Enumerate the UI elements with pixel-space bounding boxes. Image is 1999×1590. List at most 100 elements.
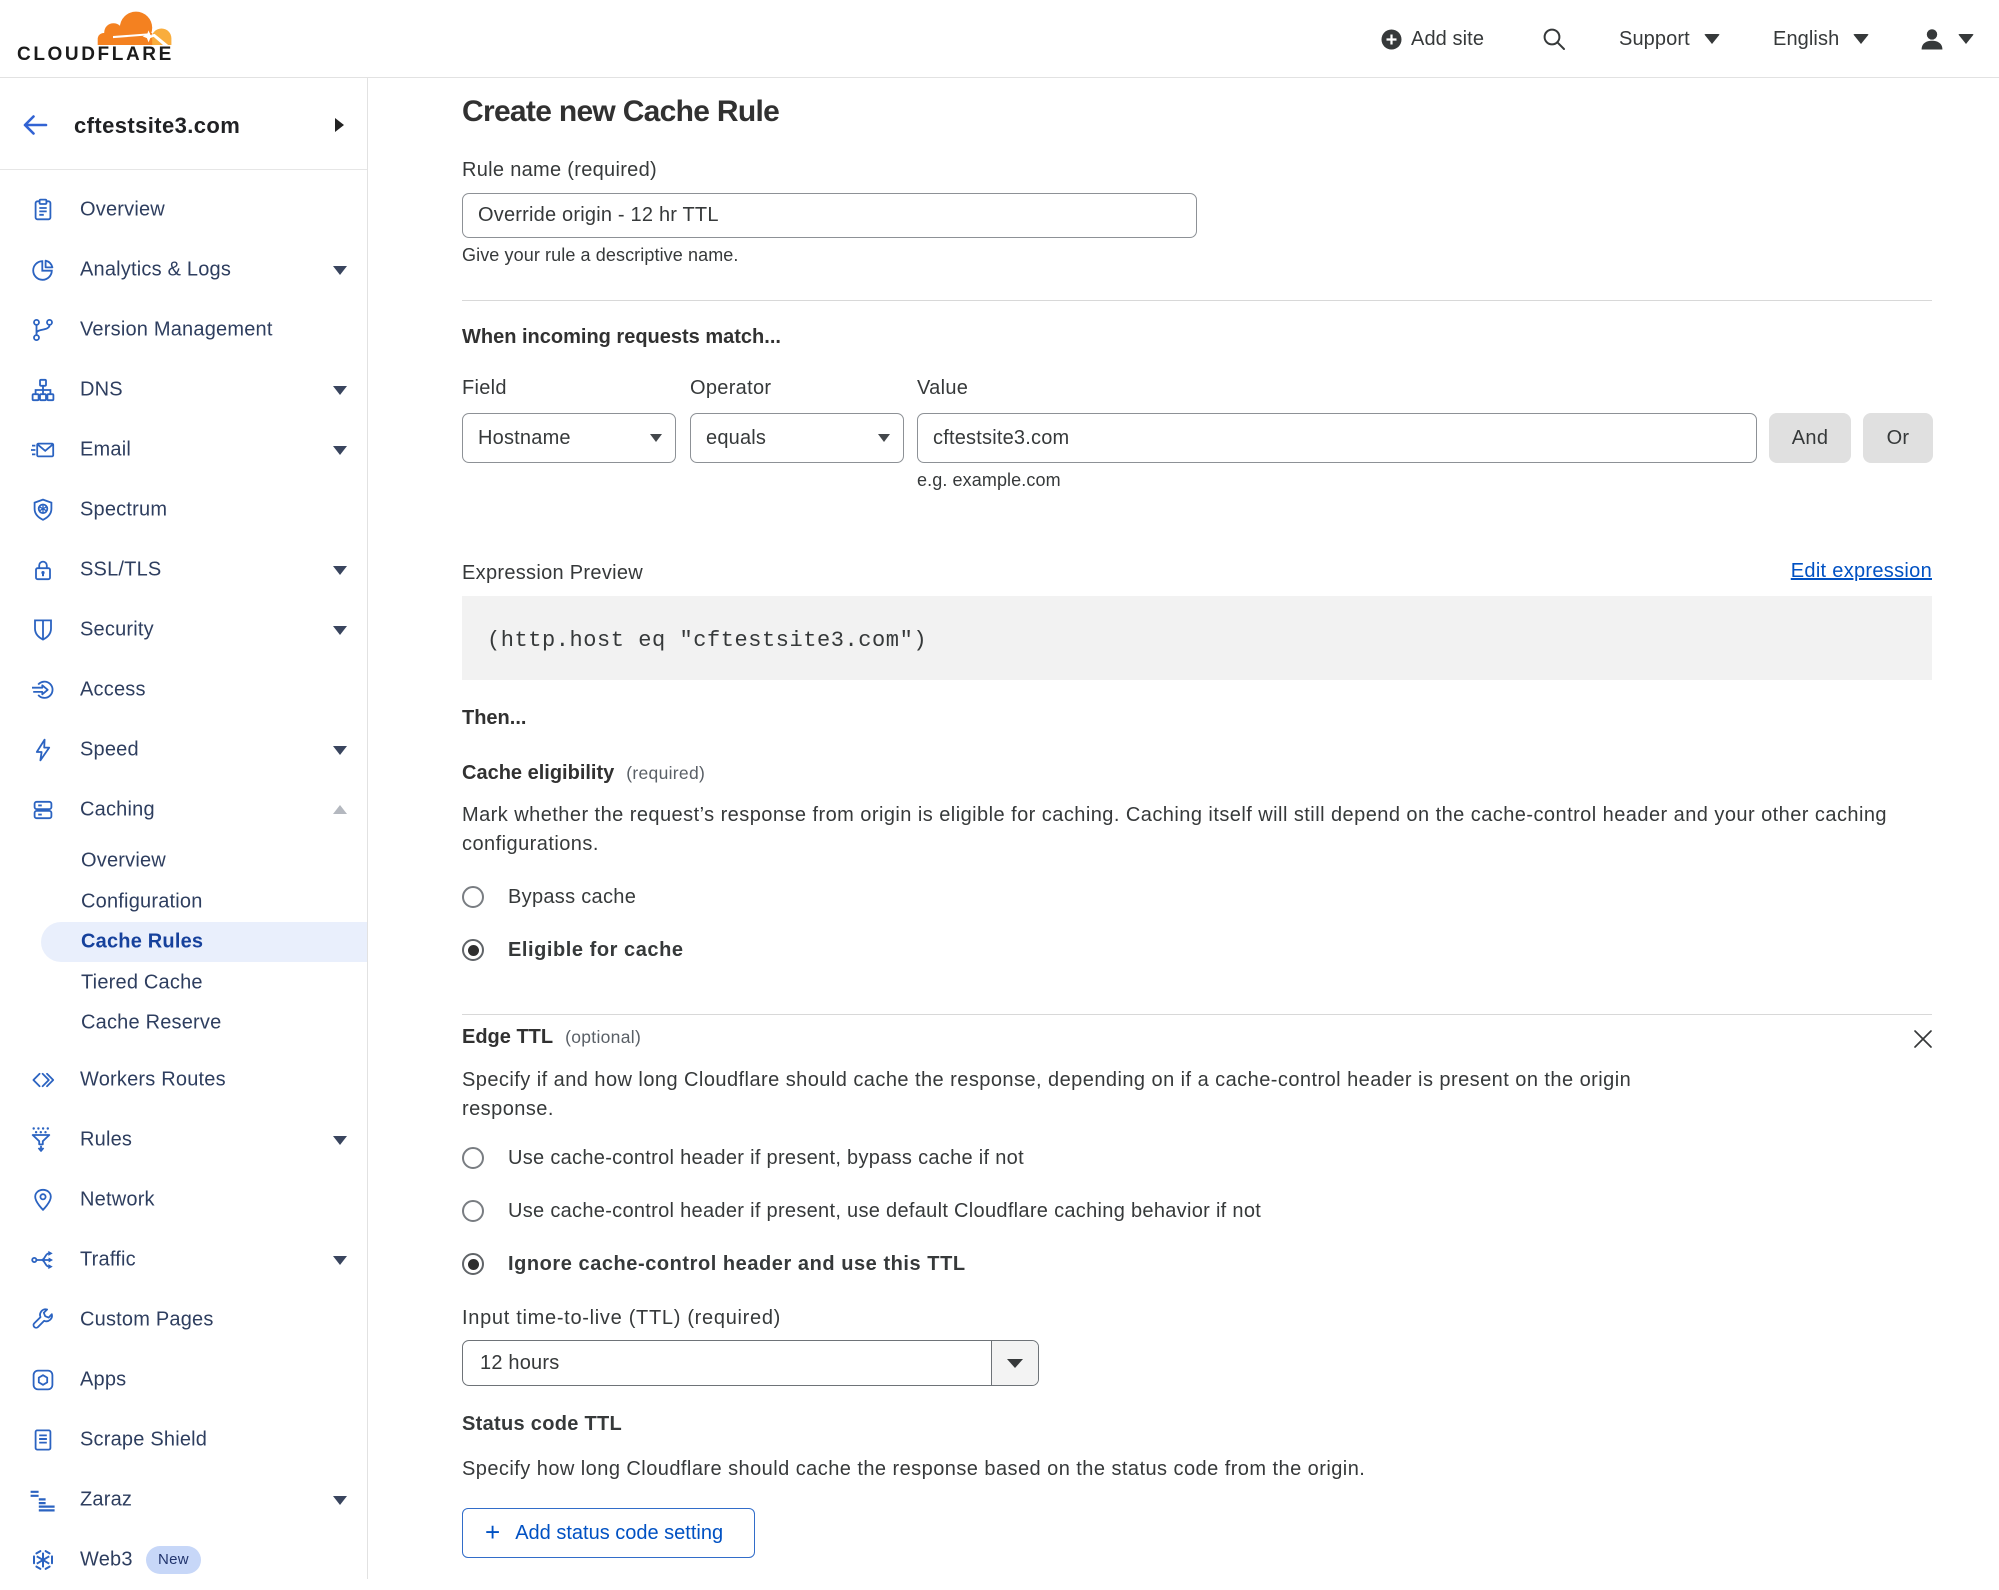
login-arrow-icon [30, 677, 56, 703]
sidebar-subitem-cache-rules[interactable]: Cache Rules [0, 922, 367, 963]
edge-ttl-heading-row: Edge TTL (optional) [462, 1026, 641, 1049]
edge-ttl-description: Specify if and how long Cloudflare shoul… [462, 1069, 1632, 1120]
edit-expression-link[interactable]: Edit expression [1791, 560, 1932, 583]
eligible-for-cache-option[interactable]: Eligible for cache [462, 939, 684, 961]
search-button[interactable] [1541, 0, 1567, 78]
cache-eligibility-heading-row: Cache eligibility (required) [462, 762, 705, 785]
git-branch-icon [30, 317, 56, 343]
padlock-icon [30, 557, 56, 583]
cloudflare-logo[interactable]: CLOUDFLARE [17, 4, 173, 65]
bypass-cache-option[interactable]: Bypass cache [462, 886, 636, 908]
divider [462, 300, 1932, 301]
back-arrow-icon[interactable] [22, 114, 48, 136]
sidebar-item-network[interactable]: Network [0, 1170, 367, 1230]
sidebar-subitem-tiered-cache[interactable]: Tiered Cache [0, 963, 367, 1004]
sidebar-item-label: Spectrum [80, 498, 168, 521]
edge-ttl-option-2-label: Use cache-control header if present, use… [508, 1199, 1262, 1222]
login-arrow-icon-svg [32, 680, 54, 699]
field-select[interactable]: Hostname [462, 413, 676, 463]
site-switcher-caret-icon[interactable] [335, 118, 344, 132]
edge-ttl-option-3[interactable]: Ignore cache-control header and use this… [462, 1253, 966, 1275]
envelope-icon [30, 437, 56, 463]
sidebar-item-custom-pages[interactable]: Custom Pages [0, 1290, 367, 1350]
site-name[interactable]: cftestsite3.com [74, 113, 240, 139]
sidebar-item-label: SSL/TLS [80, 558, 162, 581]
sidebar-item-analytics-logs[interactable]: Analytics & Logs [0, 240, 367, 300]
sidebar-subitem-configuration[interactable]: Configuration [0, 882, 367, 923]
chevron-down-icon [333, 746, 347, 755]
or-button[interactable]: Or [1863, 413, 1933, 463]
sidebar-item-caching[interactable]: Caching [0, 780, 367, 840]
sidebar-item-security[interactable]: Security [0, 600, 367, 660]
sidebar-item-label: Network [80, 1188, 155, 1210]
value-input-value: cftestsite3.com [933, 426, 1070, 449]
sidebar-item-label: Overview [80, 198, 165, 221]
add-status-code-button[interactable]: + Add status code setting [462, 1508, 756, 1558]
envelope-icon-svg [31, 442, 55, 458]
sidebar-item-scrape-shield[interactable]: Scrape Shield [0, 1410, 367, 1470]
sidebar-item-ssl-tls[interactable]: SSL/TLS [0, 540, 367, 600]
edge-ttl-option-1[interactable]: Use cache-control header if present, byp… [462, 1147, 1024, 1169]
sidebar-item-web3[interactable]: Web3 New [0, 1530, 367, 1590]
code-brackets-icon-svg [32, 1072, 55, 1087]
bypass-cache-label: Bypass cache [508, 885, 637, 908]
match-heading: When incoming requests match... [462, 326, 781, 348]
chevron-down-icon [333, 386, 347, 395]
clipboard-icon [30, 197, 56, 223]
language-menu[interactable]: English [1773, 0, 1870, 78]
rule-name-input[interactable]: Override origin - 12 hr TTL [462, 193, 1197, 238]
sidebar-item-zaraz[interactable]: Zaraz [0, 1470, 367, 1530]
sidebar-item-apps[interactable]: Apps [0, 1350, 367, 1410]
ttl-select-value: 12 hours [480, 1351, 560, 1374]
operator-label: Operator [690, 377, 772, 399]
add-site-label: Add site [1411, 27, 1485, 50]
sidebar-item-dns[interactable]: DNS [0, 360, 367, 420]
zaraz-bars-icon [30, 1487, 56, 1513]
support-menu[interactable]: Support [1619, 0, 1720, 78]
sidebar-item-version-management[interactable]: Version Management [0, 300, 367, 360]
sidebar-item-spectrum[interactable]: Spectrum [0, 480, 367, 540]
sidebar-item-label: Custom Pages [80, 1308, 214, 1330]
sidebar-subitem-overview[interactable]: Overview [0, 841, 367, 882]
sidebar-item-traffic[interactable]: Traffic [0, 1230, 367, 1290]
sidebar-item-email[interactable]: Email [0, 420, 367, 480]
zaraz-bars-icon-svg [30, 1490, 55, 1511]
cloudflare-cloud-icon [97, 11, 172, 45]
radio-unchecked-icon [462, 886, 484, 908]
edge-ttl-option-2[interactable]: Use cache-control header if present, use… [462, 1200, 1261, 1222]
close-icon[interactable] [1912, 1028, 1934, 1050]
add-site-button[interactable]: Add site [1381, 0, 1484, 78]
sidebar-subitem-label: Tiered Cache [81, 971, 203, 994]
branch-arrows-icon [30, 1247, 56, 1273]
web3-hexagon-icon [30, 1547, 56, 1573]
shield-star-icon [30, 497, 56, 523]
caching-sub-list: Overview Configuration Cache Rules Tiered C… [0, 840, 367, 1050]
plus-circle-icon [1381, 29, 1402, 49]
chevron-up-icon [333, 805, 347, 814]
ttl-select-button[interactable] [991, 1341, 1038, 1385]
and-button-label: And [1791, 426, 1829, 449]
sidebar-subitem-label: Overview [81, 849, 166, 872]
operator-select[interactable]: equals [690, 413, 904, 463]
account-menu[interactable] [1918, 0, 1974, 78]
shield-star-icon-svg [33, 498, 53, 521]
edge-ttl-option-1-label: Use cache-control header if present, byp… [508, 1146, 1024, 1169]
git-branch-icon-svg [33, 319, 53, 342]
value-input[interactable]: cftestsite3.com [917, 413, 1757, 463]
sidebar-item-access[interactable]: Access [0, 660, 367, 720]
expression-preview-label: Expression Preview [462, 562, 644, 584]
radio-checked-icon [462, 1253, 484, 1275]
sidebar-item-speed[interactable]: Speed [0, 720, 367, 780]
sidebar-item-label: DNS [80, 378, 123, 401]
and-button[interactable]: And [1769, 413, 1851, 463]
chevron-down-icon [1958, 34, 1974, 44]
search-icon [1543, 28, 1565, 50]
sidebar-item-rules[interactable]: Rules [0, 1110, 367, 1170]
sidebar-item-workers-routes[interactable]: Workers Routes [0, 1050, 367, 1110]
sidebar-nav: Overview Analytics & Logs Version Manageme… [0, 170, 367, 1590]
value-label: Value [917, 377, 969, 399]
sidebar-item-overview[interactable]: Overview [0, 180, 367, 240]
sidebar-subitem-cache-reserve[interactable]: Cache Reserve [0, 1003, 367, 1044]
sidebar-item-label: Scrape Shield [80, 1428, 208, 1450]
ttl-select[interactable]: 12 hours [462, 1340, 1039, 1386]
